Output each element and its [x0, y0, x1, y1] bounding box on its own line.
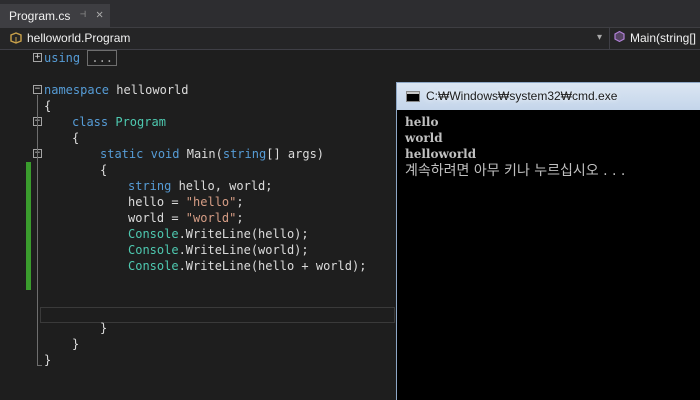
member-dropdown[interactable]: Main(string[]: [630, 31, 696, 45]
keyword: static: [100, 147, 144, 161]
collapsed-region[interactable]: ...: [87, 50, 118, 66]
brace: {: [72, 131, 80, 145]
identifier: world =: [128, 211, 186, 225]
keyword: namespace: [44, 83, 110, 97]
code-line: hello = "hello";: [128, 194, 244, 210]
console-window[interactable]: C:₩Windows₩system32₩cmd.exe hello world …: [396, 82, 700, 400]
brace: }: [72, 337, 80, 351]
expand-icon[interactable]: +: [33, 53, 42, 62]
brace: }: [100, 321, 108, 335]
code-line: {: [72, 130, 79, 146]
punctuation: ;: [236, 211, 244, 225]
identifier: .WriteLine(hello + world);: [178, 259, 367, 273]
tab-program-cs[interactable]: Program.cs ⊣ ✕: [0, 4, 110, 27]
code-line: Console.WriteLine(hello);: [128, 226, 309, 242]
code-line: {: [44, 98, 51, 114]
keyword: string: [128, 179, 172, 193]
keyword: void: [150, 147, 180, 161]
method-icon: [613, 30, 626, 46]
code-line: Console.WriteLine(world);: [128, 242, 309, 258]
collapse-icon[interactable]: −: [33, 85, 42, 94]
string-literal: "world": [185, 211, 237, 225]
console-line: hello: [405, 115, 439, 129]
brace: }: [44, 353, 52, 367]
class-icon: [9, 31, 23, 45]
code-line: namespace helloworld: [44, 82, 189, 98]
console-prompt: 계속하려면 아무 키나 누르십시오 . . .: [405, 163, 626, 179]
keyword: class: [72, 115, 109, 129]
keyword: string: [222, 147, 267, 161]
navigation-bar: helloworld.Program ▾ Main(string[]: [0, 28, 700, 50]
outline-guide: [37, 95, 38, 365]
close-icon[interactable]: ✕: [96, 7, 103, 21]
code-line: static void Main(string[] args): [100, 146, 324, 162]
console-line: helloworld: [405, 147, 477, 161]
code-line: string hello, world;: [128, 178, 273, 194]
pin-icon[interactable]: ⊣: [80, 9, 86, 20]
change-indicator: [26, 162, 31, 290]
brace: {: [100, 163, 108, 177]
outline-guide-end: [37, 365, 42, 366]
code-line: }: [100, 320, 107, 336]
identifier: .WriteLine(hello);: [178, 227, 309, 241]
identifier: .WriteLine(world);: [178, 243, 309, 257]
console-line: world: [405, 131, 443, 145]
type-name: Console: [128, 227, 179, 241]
code-line: world = "world";: [128, 210, 244, 226]
type-name: Program: [115, 115, 166, 129]
console-output[interactable]: hello world helloworld 계속하려면 아무 키나 누르십시오…: [403, 111, 700, 400]
document-tab-strip: Program.cs ⊣ ✕: [0, 0, 700, 27]
code-line: }: [72, 336, 79, 352]
tab-title: Program.cs: [9, 8, 71, 23]
code-line: {: [100, 162, 107, 178]
identifier: Main(: [179, 147, 223, 161]
identifier: hello, world;: [171, 179, 273, 193]
code-line: }: [44, 352, 51, 368]
identifier: [] args): [266, 147, 325, 161]
punctuation: ;: [236, 195, 244, 209]
identifier: hello =: [128, 195, 186, 209]
code-line: using ...: [44, 50, 118, 66]
keyword: using: [44, 51, 81, 65]
type-name: Console: [128, 243, 179, 257]
chevron-down-icon[interactable]: ▾: [597, 32, 602, 43]
string-literal: "hello": [185, 195, 237, 209]
code-line: Console.WriteLine(hello + world);: [128, 258, 366, 274]
console-title: C:₩Windows₩system32₩cmd.exe: [426, 89, 618, 103]
identifier: helloworld: [109, 83, 189, 97]
code-line: class Program: [72, 114, 166, 130]
console-title-bar[interactable]: C:₩Windows₩system32₩cmd.exe: [397, 83, 700, 110]
class-dropdown[interactable]: helloworld.Program: [27, 31, 130, 45]
type-name: Console: [128, 259, 179, 273]
brace: {: [44, 99, 52, 113]
divider: [609, 28, 610, 49]
console-icon: [406, 91, 420, 102]
current-line-highlight: [40, 307, 395, 323]
